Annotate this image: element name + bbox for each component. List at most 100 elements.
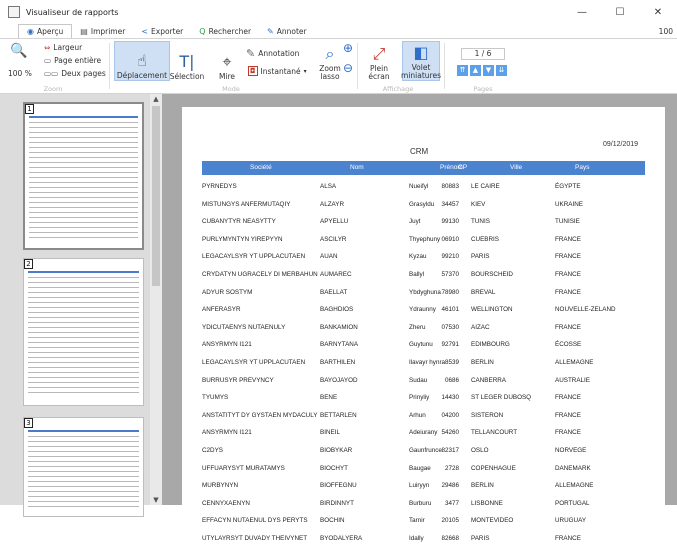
page-entiere-button[interactable]: ▭ Page entière [44,56,101,65]
table-cell: 20105 [441,517,459,525]
thumbnail-line [28,471,139,472]
thumbnail-line [29,152,138,153]
table-cell: Juyt [409,218,421,226]
thumbnail-line [29,137,138,138]
table-cell: 46101 [441,306,459,314]
title-bar: Visualiseur de rapports — ☐ ✕ [0,0,677,24]
tab-exporter[interactable]: < Exporter [133,24,191,38]
tab-annoter[interactable]: ✎ Annoter [259,24,315,38]
eye-icon: ◉ [27,27,34,36]
deplacement-button[interactable]: ☝ Déplacement [114,41,170,81]
last-page-button[interactable]: ⇊ [496,65,507,76]
table-cell: COPENHAGUE [471,464,516,472]
table-cell: MURBYNYN [202,482,239,490]
maximize-button[interactable]: ☐ [601,0,639,24]
thumbnail-page-1[interactable]: 1 [23,102,144,250]
table-cell: SISTERON [471,411,504,419]
thumbnail-line [28,461,139,462]
table-cell: FRANCE [555,323,581,331]
previous-page-button[interactable]: ▲ [470,65,481,76]
thumbnail-line [29,142,138,143]
chevron-down-icon: ▾ [303,67,307,75]
table-cell: Luiryyn [409,482,430,490]
thumbnail-line [29,237,138,238]
table-cell: 34457 [441,200,459,208]
table-cell: FRANCE [555,394,581,402]
report-viewer-icon [8,6,20,18]
table-cell: FRANCE [555,411,581,419]
annotation-button[interactable]: ✎ Annotation [246,47,299,60]
table-cell: ANFERASYR [202,306,241,314]
mire-button[interactable]: ⌖ Mire [210,41,244,81]
crosshair-icon: ⌖ [222,52,232,71]
thumbnail-page-3[interactable]: 3 [23,417,144,517]
page-icon: ▭ [44,56,52,65]
report-preview-area[interactable]: CRM 09/12/2019 Société Nom Prénom CP Vil… [162,94,677,542]
width-arrows-icon: ⇔ [44,43,51,52]
scrollbar-thumb[interactable] [152,106,160,286]
thumbnail-line [29,122,138,123]
thumbnail-line [29,202,138,203]
report-title: CRM [410,147,429,156]
thumbnail-header-bar [29,116,138,118]
thumbnail-line [29,207,138,208]
table-cell: AUSTRALIE [555,376,590,384]
divider [357,43,358,89]
table-cell: BYODALYERA [320,535,363,542]
table-cell: MISTUNGYS ANFERMUTAQIY [202,200,291,208]
pen-icon: ✎ [267,26,274,36]
zoom-percent[interactable]: 100 % [8,69,32,78]
close-button[interactable]: ✕ [639,0,677,24]
table-cell: FRANCE [555,535,581,542]
plein-ecran-button[interactable]: ⤢ Plein écran [362,41,396,81]
volet-miniatures-button[interactable]: ◧ Volet miniatures [401,41,441,81]
table-cell: ALLEMAGNE [555,359,594,366]
instantane-button[interactable]: ◘ Instantané ▾ [248,66,307,76]
search-icon: Q [199,26,206,36]
next-page-button[interactable]: ▼ [483,65,494,76]
table-cell: UKRAINE [555,200,583,208]
report-date: 09/12/2019 [603,141,639,148]
thumbnail-line [28,312,139,313]
thumbnail-scrollbar[interactable]: ▲ ▼ [150,94,162,505]
table-cell: BURRUSYR PREVYNCY [202,376,274,384]
table-cell: FRANCE [555,253,581,261]
deux-pages-button[interactable]: ▭▭ Deux pages [44,69,106,78]
zoom-in-icon[interactable]: ⊕ [343,41,353,55]
column-header: Pays [575,164,590,171]
fullscreen-icon: ⤢ [372,44,386,63]
table-cell: BERLIN [471,359,494,366]
zoom-lasso-button[interactable]: ⌕ Zoom lasso [314,41,346,81]
tab-apercu[interactable]: ◉ Aperçu [18,24,73,38]
table-cell: OSLO [471,447,489,454]
affichage-group: ⤢ Plein écran ◧ Volet miniatures Affichage [360,39,441,95]
largeur-button[interactable]: ⇔ Largeur [44,43,82,52]
tab-imprimer[interactable]: ▤ Imprimer [72,24,133,38]
table-cell: 92791 [441,341,459,349]
zoom-magnifier-icon: 🔍 [10,43,28,59]
thumbnail-line [28,347,139,348]
table-cell: CUBANYTYR NEASYTTY [202,218,276,226]
scroll-down-icon[interactable]: ▼ [150,496,162,504]
table-cell: ANSTATITYT DY GYSTAEN MYDACULY [202,411,318,419]
first-page-button[interactable]: ⇈ [457,65,468,76]
thumbnail-page-2[interactable]: 2 [23,258,144,406]
zoom-out-icon[interactable]: ⊖ [343,61,353,75]
thumbnail-line [28,302,139,303]
table-cell: BIRDINNYT [320,499,354,507]
table-cell: BERLIN [471,482,494,490]
table-cell: 82317 [441,447,459,454]
table-cell: LE CAIRE [471,183,500,190]
thumbnail-line [28,292,139,293]
table-cell: BAELLAT [320,288,348,296]
table-cell: BREVAL [471,288,496,296]
share-icon: < [141,26,149,36]
tab-rechercher[interactable]: Q Rechercher [191,24,259,38]
table-cell: AUAN [320,253,338,261]
table-cell: MONTEVIDEO [471,517,514,525]
selection-button[interactable]: T| Sélection [170,41,205,81]
table-cell: ALZAYR [320,200,345,208]
page-number-input[interactable]: 1 / 6 [461,48,505,60]
minimize-button[interactable]: — [563,0,601,24]
scroll-up-icon[interactable]: ▲ [150,95,162,103]
